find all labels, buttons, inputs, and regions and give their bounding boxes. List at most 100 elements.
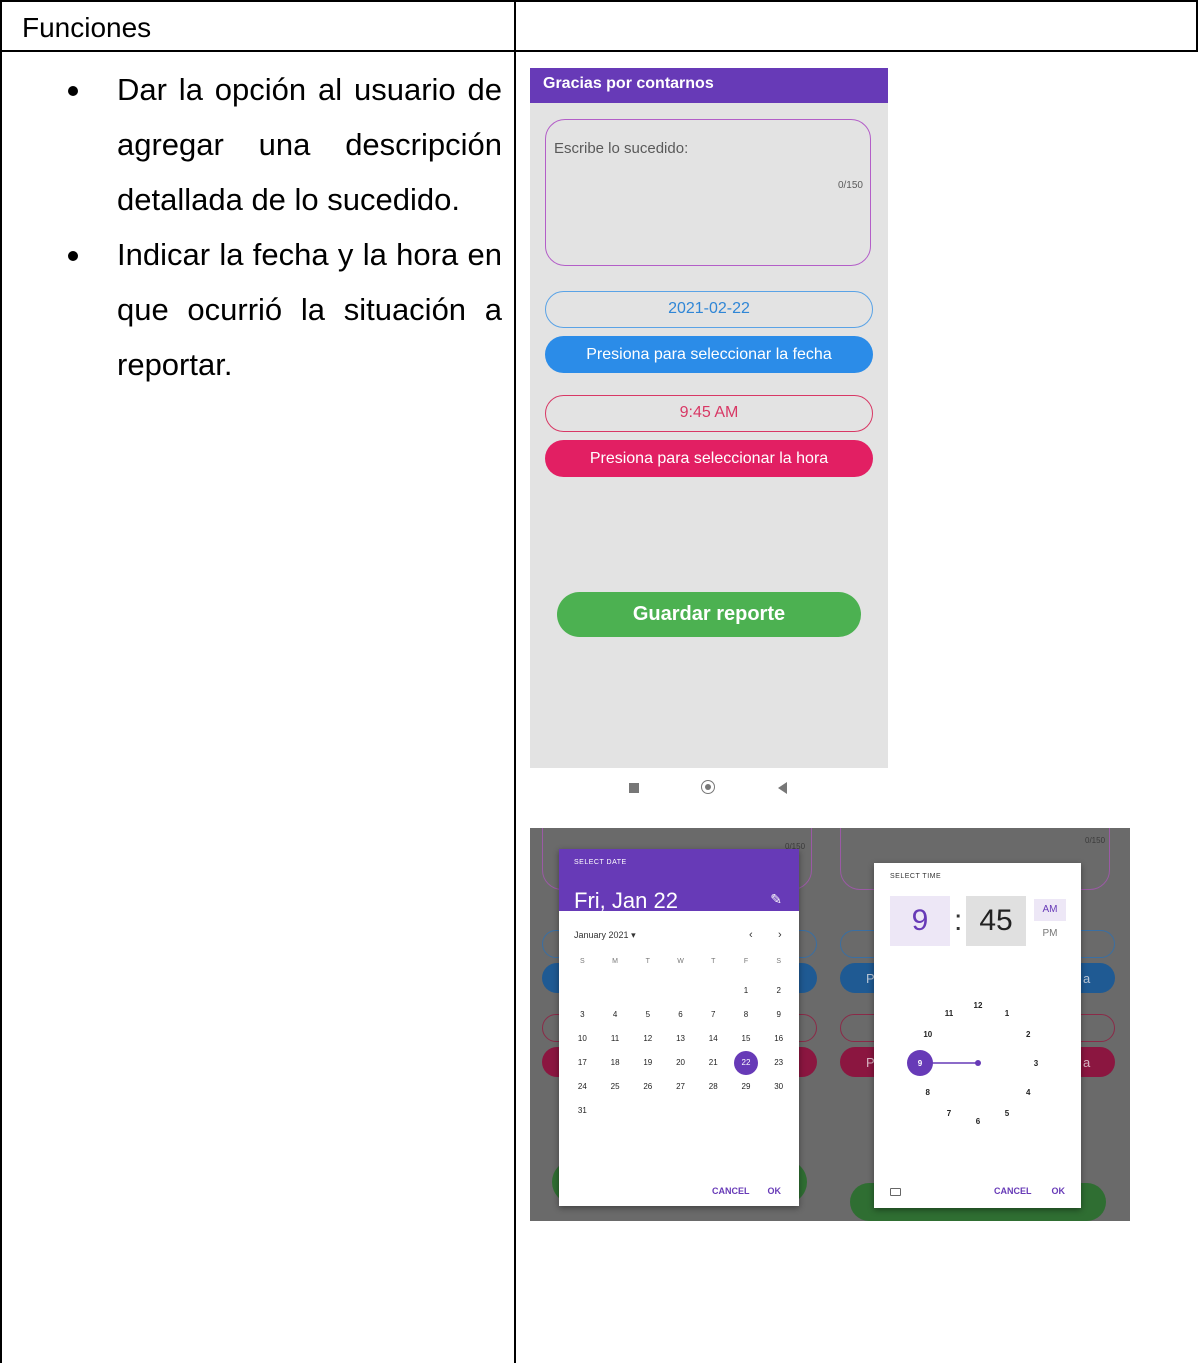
clock-number[interactable]: 8 bbox=[926, 1088, 931, 1097]
date-picker-label: SELECT DATE bbox=[574, 859, 627, 866]
calendar-day[interactable]: 27 bbox=[664, 1075, 697, 1099]
calendar-empty bbox=[599, 979, 632, 1003]
description-input[interactable]: Escribe lo sucedido: 0/150 bbox=[545, 119, 871, 266]
calendar-day[interactable]: 17 bbox=[566, 1051, 599, 1075]
calendar-empty bbox=[566, 979, 599, 1003]
calendar-day[interactable]: 8 bbox=[730, 1003, 763, 1027]
calendar-day[interactable]: 30 bbox=[762, 1075, 795, 1099]
calendar-week: 17 18 19 20 21 22 23 bbox=[566, 1051, 795, 1075]
weekday-label: T bbox=[645, 958, 650, 965]
select-time-button[interactable]: Presiona para seleccionar la hora bbox=[545, 440, 873, 477]
keyboard-icon[interactable] bbox=[890, 1188, 901, 1196]
cancel-button[interactable]: CANCEL bbox=[994, 1186, 1032, 1196]
selected-date-display: Fri, Jan 22 bbox=[574, 888, 678, 913]
calendar-empty bbox=[664, 979, 697, 1003]
clock-number[interactable]: 3 bbox=[1034, 1059, 1039, 1068]
calendar-day[interactable]: 5 bbox=[631, 1003, 664, 1027]
save-report-button[interactable]: Guardar reporte bbox=[557, 592, 861, 637]
clock-number[interactable]: 12 bbox=[974, 1001, 983, 1010]
bullet-dot-icon bbox=[68, 251, 78, 261]
calendar-week: 24 25 26 27 28 29 30 bbox=[566, 1075, 795, 1099]
table-border-left bbox=[0, 0, 2, 1363]
clock-number[interactable]: 6 bbox=[976, 1117, 981, 1126]
calendar-empty bbox=[762, 1099, 795, 1123]
select-date-button[interactable]: Presiona para seleccionar la fecha bbox=[545, 336, 873, 373]
calendar-day[interactable]: 24 bbox=[566, 1075, 599, 1099]
bullet-item: Dar la opción al usuario de agregar una … bbox=[22, 62, 502, 227]
recents-icon[interactable] bbox=[629, 783, 639, 793]
calendar-day[interactable]: 15 bbox=[730, 1027, 763, 1051]
bullet-text: Indicar la fecha y la hora en que ocurri… bbox=[117, 237, 502, 382]
home-icon[interactable] bbox=[701, 780, 715, 794]
calendar-day[interactable]: 3 bbox=[566, 1003, 599, 1027]
clock-face[interactable]: 121234567891011 bbox=[874, 863, 1081, 1208]
ok-button[interactable]: OK bbox=[768, 1186, 782, 1196]
calendar-day[interactable]: 2 bbox=[762, 979, 795, 1003]
calendar-day[interactable]: 22 bbox=[730, 1051, 763, 1075]
calendar-day[interactable]: 4 bbox=[599, 1003, 632, 1027]
month-selector[interactable]: January 2021 ▾ bbox=[574, 930, 636, 941]
calendar-day[interactable]: 31 bbox=[566, 1099, 599, 1123]
bg-counter: 0/150 bbox=[1085, 836, 1106, 845]
date-picker-actions: CANCEL OK bbox=[712, 1186, 799, 1196]
char-counter: 0/150 bbox=[837, 180, 863, 191]
table-border-top bbox=[0, 0, 1198, 2]
weekday-label: W bbox=[677, 958, 684, 965]
clock-number[interactable]: 1 bbox=[1005, 1009, 1010, 1018]
calendar-day[interactable]: 29 bbox=[730, 1075, 763, 1099]
clock-number[interactable]: 9 bbox=[918, 1059, 923, 1068]
calendar-day[interactable]: 28 bbox=[697, 1075, 730, 1099]
calendar-day[interactable]: 13 bbox=[664, 1027, 697, 1051]
calendar-day[interactable]: 18 bbox=[599, 1051, 632, 1075]
calendar-empty bbox=[599, 1099, 632, 1123]
next-month-icon[interactable]: › bbox=[778, 929, 782, 941]
calendar-day[interactable]: 11 bbox=[599, 1027, 632, 1051]
date-picker-header: SELECT DATE Fri, Jan 22 ✎ bbox=[559, 849, 799, 913]
clock-number[interactable]: 5 bbox=[1005, 1109, 1010, 1118]
calendar-day[interactable]: 10 bbox=[566, 1027, 599, 1051]
bg-button-letter: a bbox=[1083, 1055, 1091, 1070]
calendar-week: 3456789 bbox=[566, 1003, 795, 1027]
weekday-label: S bbox=[580, 958, 585, 965]
clock-number[interactable]: 4 bbox=[1026, 1088, 1031, 1097]
bg-button-letter: a bbox=[1083, 971, 1091, 986]
calendar-grid: S M T W T F S 1 2 3 4 5 6 7 8 9 10 11 12 13 14 15 16 17 18 19 20 21… bbox=[566, 955, 795, 1123]
dropdown-arrow-icon: ▾ bbox=[631, 930, 636, 940]
calendar-day[interactable]: 23 bbox=[762, 1051, 795, 1075]
prev-month-icon[interactable]: ‹ bbox=[749, 929, 753, 941]
pencil-icon[interactable]: ✎ bbox=[770, 891, 782, 908]
calendar-empty bbox=[697, 979, 730, 1003]
calendar-day[interactable]: 25 bbox=[599, 1075, 632, 1099]
android-nav-bar bbox=[530, 768, 888, 806]
description-placeholder: Escribe lo sucedido: bbox=[554, 140, 689, 157]
back-icon[interactable] bbox=[778, 782, 787, 794]
weekday-label: F bbox=[743, 958, 749, 965]
time-value-field: 9:45 AM bbox=[545, 395, 873, 432]
month-label: January 2021 bbox=[574, 930, 629, 940]
calendar-day[interactable]: 20 bbox=[664, 1051, 697, 1075]
time-picker-dialog: SELECT TIME 9 : 45 AM PM 12 1 2 3 4 5 6 7 8 9 10 11… bbox=[874, 863, 1081, 1208]
pickers-screenshot: 0/150 0/150 P a P a SELECT DATE Fri, Jan… bbox=[530, 828, 1130, 1221]
calendar-week: 12 bbox=[566, 979, 795, 1003]
calendar-day[interactable]: 1 bbox=[730, 979, 763, 1003]
calendar-day[interactable]: 16 bbox=[762, 1027, 795, 1051]
calendar-day[interactable]: 14 bbox=[697, 1027, 730, 1051]
clock-number[interactable]: 10 bbox=[923, 1030, 932, 1039]
calendar-day[interactable]: 12 bbox=[631, 1027, 664, 1051]
clock-center-dot bbox=[975, 1060, 981, 1066]
clock-number[interactable]: 11 bbox=[945, 1009, 954, 1018]
calendar-day[interactable]: 7 bbox=[697, 1003, 730, 1027]
weekday-label: M bbox=[612, 958, 618, 965]
cancel-button[interactable]: CANCEL bbox=[712, 1186, 750, 1196]
calendar-day[interactable]: 6 bbox=[664, 1003, 697, 1027]
ok-button[interactable]: OK bbox=[1052, 1186, 1066, 1196]
calendar-day[interactable]: 19 bbox=[631, 1051, 664, 1075]
clock-number[interactable]: 2 bbox=[1026, 1030, 1031, 1039]
clock-number[interactable]: 7 bbox=[947, 1109, 952, 1118]
calendar-empty bbox=[730, 1099, 763, 1123]
calendar-day[interactable]: 9 bbox=[762, 1003, 795, 1027]
app-bar-title: Gracias por contarnos bbox=[530, 68, 888, 103]
calendar-day[interactable]: 21 bbox=[697, 1051, 730, 1075]
calendar-empty bbox=[697, 1099, 730, 1123]
calendar-day[interactable]: 26 bbox=[631, 1075, 664, 1099]
